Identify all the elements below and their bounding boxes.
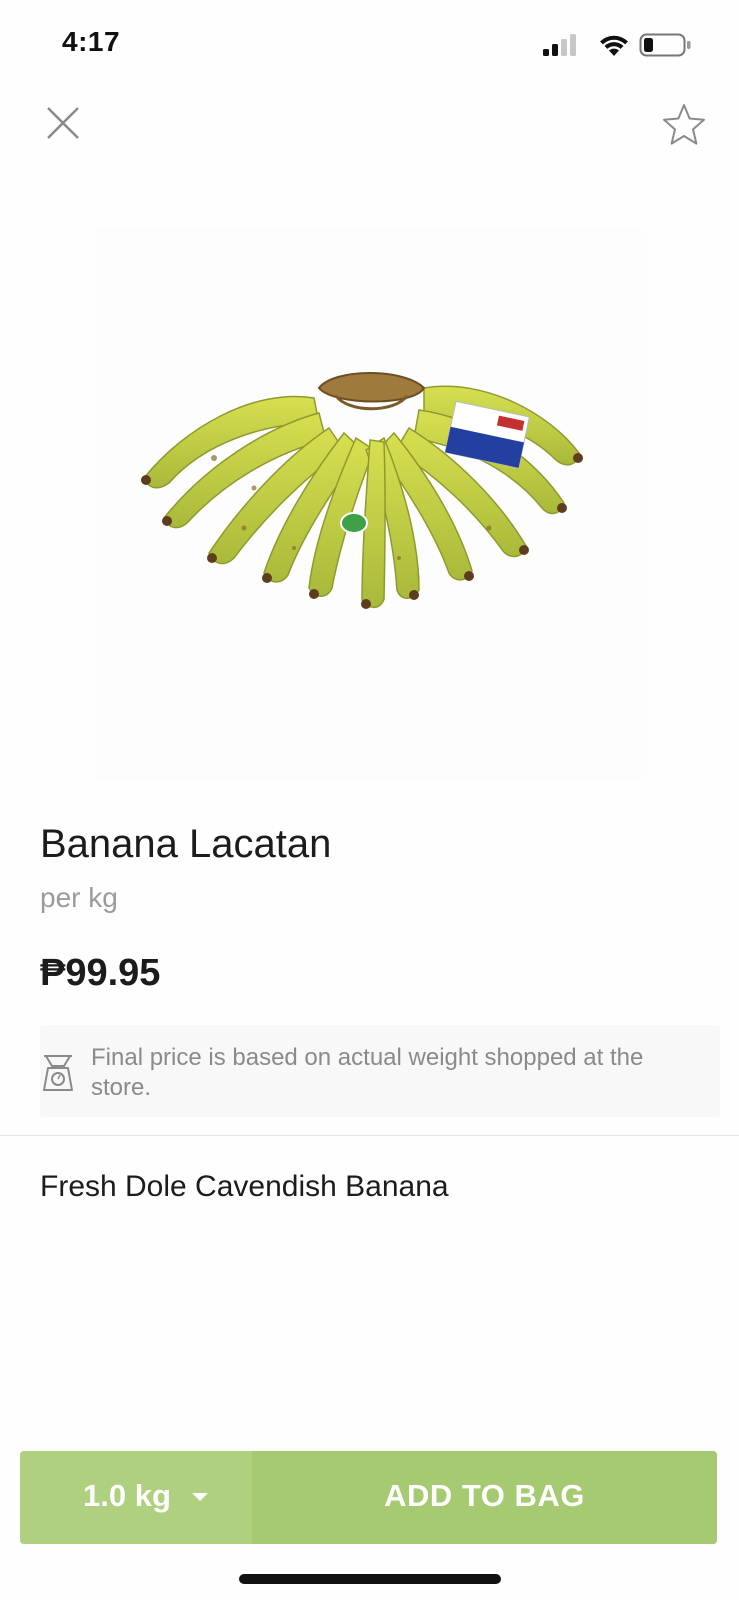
favorite-button[interactable]: [659, 100, 709, 150]
product-price: ₱99.95: [40, 952, 161, 994]
quantity-value: 1.0 kg: [83, 1478, 171, 1513]
cellular-signal-icon: [543, 34, 576, 56]
close-icon: [47, 107, 79, 139]
banana-bunch-image: [141, 372, 583, 609]
quantity-select[interactable]: 1.0 kg: [20, 1451, 252, 1544]
add-to-bag-button[interactable]: ADD TO BAG: [252, 1451, 717, 1544]
add-to-bag-label: ADD TO BAG: [384, 1478, 585, 1513]
battery-icon: [639, 33, 691, 57]
close-button[interactable]: [38, 98, 88, 148]
weighing-scale-icon: [43, 1055, 73, 1091]
status-icons: [541, 32, 711, 62]
action-bar: 1.0 kg ADD TO BAG: [20, 1451, 717, 1544]
product-unit: per kg: [40, 882, 118, 913]
status-time: 4:17: [62, 26, 121, 57]
product-description: Fresh Dole Cavendish Banana: [40, 1170, 449, 1203]
weight-pricing-notice: Final price is based on actual weight sh…: [40, 1025, 720, 1117]
star-outline-icon: [663, 104, 705, 145]
status-bar: 4:17: [0, 0, 739, 90]
home-indicator: [239, 1574, 501, 1584]
product-detail-screen: 4:17 Banana Lacatan per kg ₱99.95 Final …: [0, 0, 739, 1600]
product-image: [94, 228, 646, 780]
notice-text: Final price is based on actual weight sh…: [91, 1044, 644, 1101]
wifi-icon: [600, 35, 628, 56]
product-name: Banana Lacatan: [40, 822, 332, 866]
caret-down-icon: [192, 1493, 208, 1501]
divider: [0, 1135, 739, 1136]
